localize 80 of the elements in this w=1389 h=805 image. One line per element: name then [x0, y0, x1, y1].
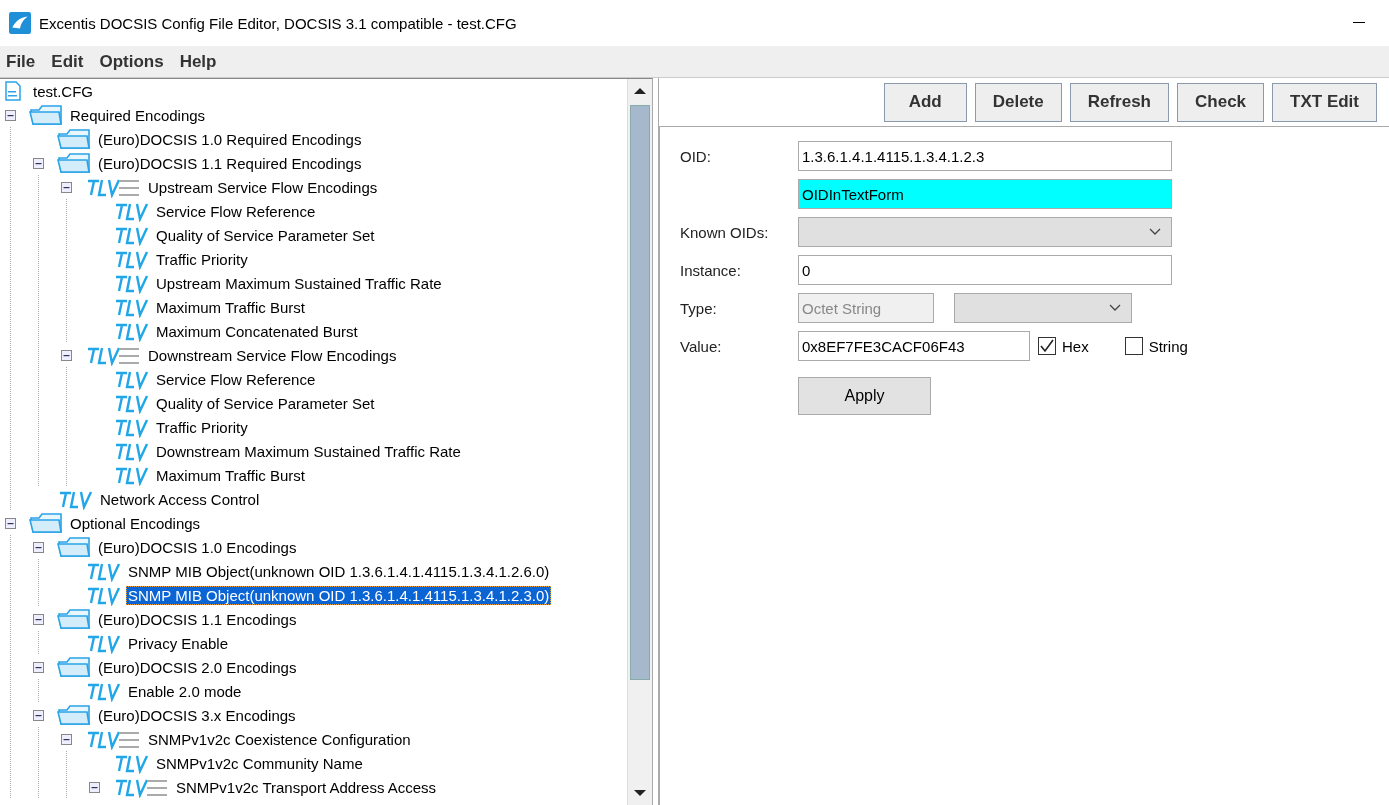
tree-item[interactable]: Service Flow Reference — [154, 369, 318, 389]
checkbox[interactable] — [1124, 337, 1143, 355]
instance-field[interactable]: 0 — [798, 255, 1172, 285]
menu-item[interactable]: Help — [173, 51, 227, 72]
scroll-thumb[interactable] — [630, 105, 650, 680]
folder-icon — [29, 104, 63, 126]
folder-icon — [57, 128, 91, 150]
chevron-down-icon — [1149, 228, 1161, 236]
toolbar-button[interactable]: Refresh — [1069, 82, 1169, 122]
scrollbar[interactable] — [627, 79, 652, 805]
tree-item[interactable]: test.CFG — [31, 81, 95, 101]
checkbox-label: String — [1148, 337, 1188, 355]
folder-icon — [57, 656, 91, 678]
tree-item[interactable]: SNMP MIB Object(unknown OID 1.3.6.1.4.1.4115.1.3.4.1.2.6.0) — [126, 561, 552, 581]
toolbar-button[interactable]: Delete — [974, 82, 1062, 122]
tree-item[interactable]: Maximum Traffic Burst — [154, 465, 307, 485]
checkbox[interactable] — [1038, 337, 1056, 355]
field-label: Value: — [680, 337, 723, 355]
menu-item[interactable]: File — [0, 51, 46, 72]
tree-item[interactable]: Required Encodings — [68, 105, 208, 125]
collapse-icon[interactable] — [89, 781, 100, 793]
tree-item[interactable]: Upstream Maximum Sustained Traffic Rate — [154, 273, 444, 293]
collapse-icon[interactable] — [33, 661, 44, 673]
collapse-icon[interactable] — [5, 109, 16, 121]
value-field[interactable]: 0x8EF7FE3CACF06F43 — [798, 331, 1030, 361]
tree-item[interactable]: Quality of Service Parameter Set — [154, 393, 377, 413]
collapse-icon[interactable] — [61, 733, 72, 745]
collapse-icon[interactable] — [33, 157, 44, 169]
field-label: Instance: — [680, 261, 742, 279]
tree-item[interactable]: Maximum Concatenated Burst — [154, 321, 360, 341]
tree-item[interactable]: SNMPv1v2c Transport Address Access — [174, 777, 439, 797]
tree-item[interactable]: Network Access Control — [98, 489, 262, 509]
tree-item[interactable]: Downstream Maximum Sustained Traffic Rate — [154, 441, 463, 461]
folder-icon — [57, 704, 91, 726]
folder-icon — [57, 152, 91, 174]
tree-item[interactable]: SNMPv1v2c Community Name — [154, 753, 365, 773]
tree-item[interactable]: Optional Encodings — [68, 513, 203, 533]
toolbar-button[interactable]: Check — [1177, 82, 1265, 122]
tree-item[interactable]: Maximum Traffic Burst — [154, 297, 307, 317]
app-logo-icon — [9, 12, 31, 34]
minimize-icon[interactable] — [1353, 22, 1365, 24]
checkbox-label: Hex — [1062, 337, 1089, 355]
collapse-icon[interactable] — [33, 709, 44, 721]
folder-icon — [57, 536, 91, 558]
menu-item[interactable]: Edit — [45, 51, 94, 72]
collapse-icon[interactable] — [33, 541, 44, 553]
field-label: OID: — [680, 147, 712, 165]
tree-item[interactable]: SNMP MIB Object(unknown OID 1.3.6.1.4.1.4115.1.3.4.1.2.3.0) — [126, 585, 552, 605]
folder-icon — [57, 608, 91, 630]
document-icon — [5, 81, 21, 101]
field-label: Type: — [680, 299, 718, 317]
tree-item[interactable]: (Euro)DOCSIS 1.0 Encodings — [96, 537, 299, 557]
tree-item[interactable]: Upstream Service Flow Encodings — [146, 177, 380, 197]
toolbar-button[interactable]: Add — [883, 82, 967, 122]
chevron-down-icon — [1109, 304, 1121, 312]
tree-item[interactable]: (Euro)DOCSIS 1.1 Required Encodings — [96, 153, 364, 173]
toolbar-button[interactable]: TXT Edit — [1272, 82, 1377, 122]
oid-field[interactable]: 1.3.6.1.4.1.4115.1.3.4.1.2.3 — [798, 141, 1172, 171]
collapse-icon[interactable] — [61, 181, 72, 193]
menu-item[interactable]: Options — [93, 51, 174, 72]
collapse-icon[interactable] — [33, 613, 44, 625]
tree-item[interactable]: (Euro)DOCSIS 1.1 Encodings — [96, 609, 299, 629]
tree-item[interactable]: (Euro)DOCSIS 3.x Encodings — [96, 705, 298, 725]
tree-item[interactable]: Enable 2.0 mode — [126, 681, 244, 701]
folder-icon — [29, 512, 63, 534]
oid-text-field[interactable]: OIDInTextForm — [798, 179, 1172, 209]
tree-item[interactable]: SNMPv1v2c Coexistence Configuration — [146, 729, 413, 749]
field-label: Known OIDs: — [680, 223, 770, 241]
tree-item[interactable]: Privacy Enable — [126, 633, 231, 653]
tree-item[interactable]: Traffic Priority — [154, 417, 250, 437]
tree-item[interactable]: (Euro)DOCSIS 1.0 Required Encodings — [96, 129, 364, 149]
tree-item[interactable]: Quality of Service Parameter Set — [154, 225, 377, 245]
collapse-icon[interactable] — [5, 517, 16, 529]
tree-item[interactable]: Traffic Priority — [154, 249, 250, 269]
window-title: Excentis DOCSIS Config File Editor, DOCSIS 3.1 compatible - test.CFG — [39, 14, 517, 32]
tree-item[interactable]: (Euro)DOCSIS 2.0 Encodings — [96, 657, 299, 677]
collapse-icon[interactable] — [61, 349, 72, 361]
tree-item[interactable]: Downstream Service Flow Encodings — [146, 345, 399, 365]
tree-item[interactable]: Service Flow Reference — [154, 201, 318, 221]
apply-button[interactable]: Apply — [798, 377, 931, 415]
